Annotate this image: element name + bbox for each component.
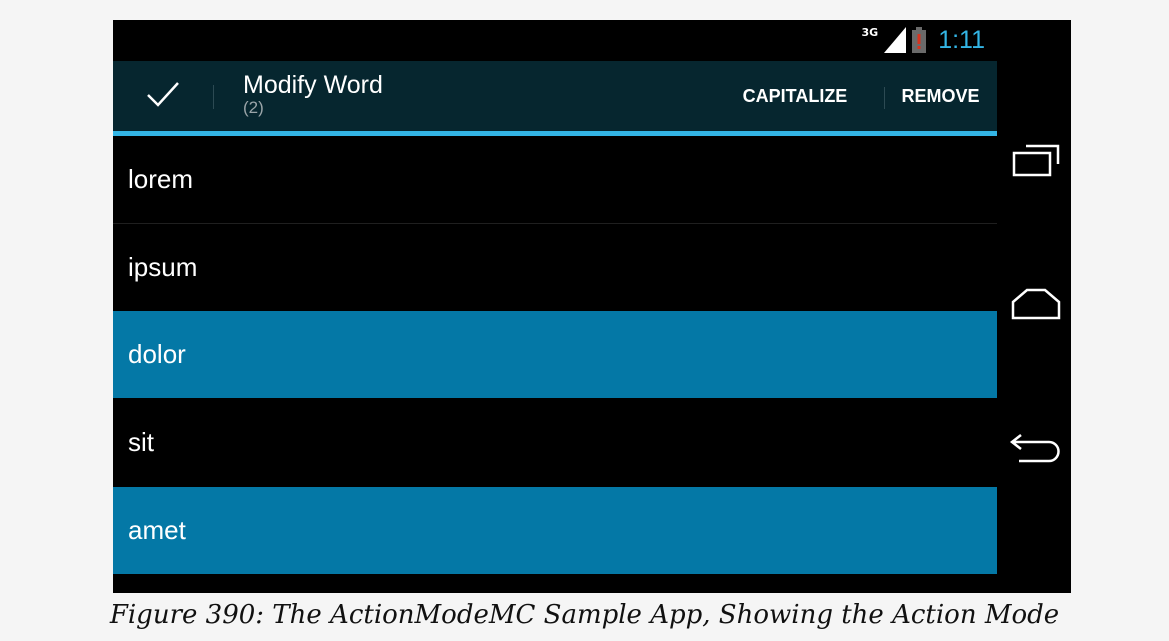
done-button[interactable] [113,61,213,131]
battery-alert-icon [912,27,927,53]
recent-apps-button[interactable] [1007,137,1065,187]
remove-button[interactable]: REMOVE [889,61,992,131]
done-divider [213,85,214,109]
action-mode-title-block: Modify Word (2) [243,71,383,117]
list-item-lorem[interactable]: lorem [113,136,997,223]
action-mode-bar: Modify Word (2) CAPITALIZE REMOVE [113,61,997,131]
action-mode-title: Modify Word [243,71,383,99]
status-bar: 3G 1:11 [113,20,997,60]
status-icons: 3G 1:11 [862,24,986,56]
home-button[interactable] [1007,280,1065,330]
action-mode-subtitle: (2) [243,98,264,117]
list-item-ipsum[interactable]: ipsum [113,224,997,311]
navigation-bar [997,20,1071,593]
back-button[interactable] [1007,424,1065,474]
home-icon [1011,286,1061,324]
status-clock: 1:11 [938,25,985,54]
action-divider [884,87,885,109]
capitalize-button[interactable]: CAPITALIZE [711,61,879,131]
checkmark-icon [146,81,180,111]
list-item-amet[interactable]: amet [113,487,997,574]
signal-icon [884,27,907,53]
device-screen: 3G 1:11 Modify Word (2) CAPITALIZE REMOV… [113,20,1071,593]
recent-apps-icon [1012,142,1060,182]
list-item-sit[interactable]: sit [113,399,997,486]
figure-caption: Figure 390: The ActionModeMC Sample App,… [109,600,1060,630]
list-item-dolor[interactable]: dolor [113,311,997,398]
word-list: lorem ipsum dolor sit amet [113,136,997,593]
network-type-label: 3G [861,25,879,39]
back-icon [1009,429,1063,469]
